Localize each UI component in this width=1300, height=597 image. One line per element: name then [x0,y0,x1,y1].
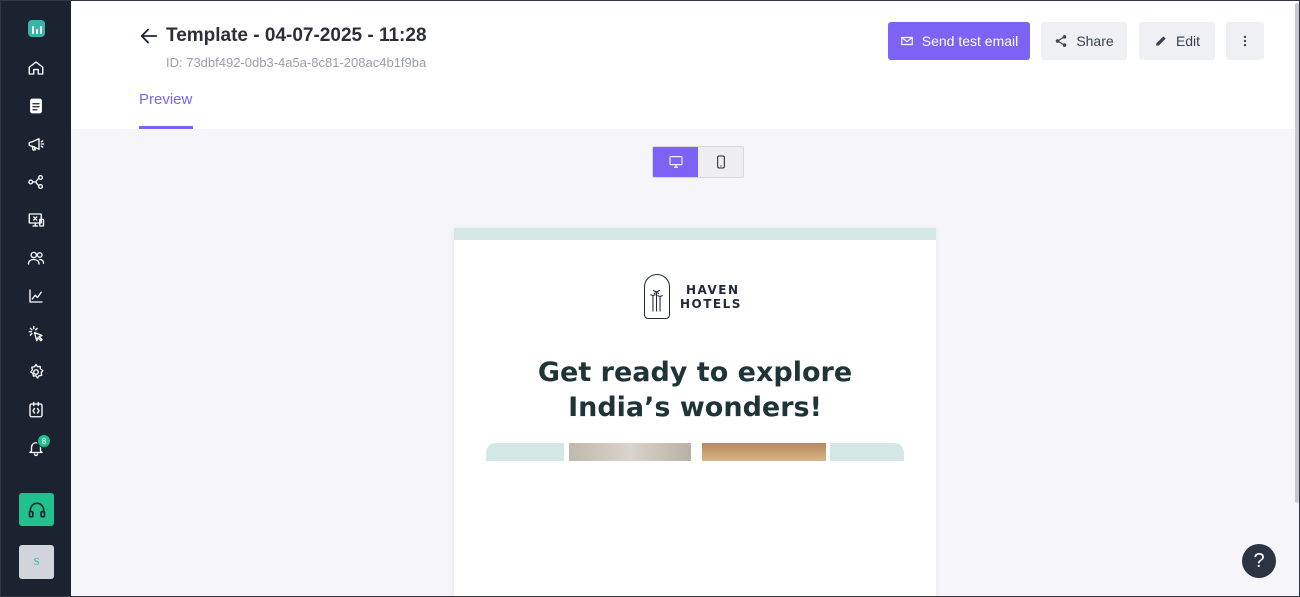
back-button[interactable] [138,25,160,47]
app-logo-icon[interactable] [28,20,45,37]
sidebar-item-home[interactable] [24,56,48,80]
sidebar: 8 S [1,1,71,596]
page-header: Template - 04-07-2025 - 11:28 ID: 73dbf4… [71,1,1299,129]
sidebar-item-flows[interactable] [24,170,48,194]
sidebar-item-audience[interactable] [24,246,48,270]
app-window: 8 S Template - 04-07-2025 - 11:28 ID: 73… [0,0,1300,597]
sidebar-item-analytics[interactable] [24,284,48,308]
support-button[interactable] [19,493,54,526]
page-title: Template - 04-07-2025 - 11:28 [166,25,427,46]
home-icon [28,61,44,75]
user-avatar[interactable]: S [19,545,54,579]
edit-label: Edit [1175,33,1201,49]
analytics-icon [29,289,43,303]
gallery-tile [486,443,564,461]
sidebar-item-campaigns[interactable] [24,132,48,156]
template-id: ID: 73dbf492-0db3-4a5a-8c81-208ac4b1f9ba [166,55,427,70]
sidebar-item-code[interactable] [24,398,48,422]
scrollbar[interactable] [1295,3,1299,503]
brand-logo: HAVEN HOTELS [644,274,746,320]
tab-active-indicator [139,126,193,129]
help-button[interactable]: ? [1242,544,1276,578]
arrow-left-icon [140,28,158,44]
screens-icon [28,213,45,227]
email-preview: HAVEN HOTELS Get ready to explore India’… [454,228,936,596]
code-icon [29,401,43,418]
mobile-icon [716,155,725,169]
sidebar-item-clicks[interactable] [24,322,48,346]
device-toggle [652,146,744,178]
campaigns-icon [28,138,45,151]
brand-wordmark: HAVEN HOTELS [680,283,742,311]
tab-preview[interactable]: Preview [139,91,192,108]
flows-icon [28,174,44,190]
email-headline: Get ready to explore India’s wonders! [537,357,853,423]
settings-icon [30,363,44,379]
brand-line-1: HAVEN [686,283,740,297]
brand-line-2: HOTELS [680,297,742,311]
headset-icon [28,502,45,517]
sidebar-item-screens[interactable] [24,208,48,232]
notification-count-badge: 8 [37,434,51,448]
palm-arch-icon [644,274,670,319]
pencil-icon [1156,36,1166,46]
share-icon [1056,35,1067,47]
gallery-tile [830,443,904,461]
audience-icon [27,251,45,265]
edit-button[interactable]: Edit [1139,22,1215,60]
templates-icon [30,98,42,114]
desktop-view-button[interactable] [653,147,698,177]
image-gallery [486,443,904,461]
more-vertical-icon [1243,35,1247,47]
send-test-email-label: Send test email [921,33,1019,49]
gallery-image [569,443,691,461]
send-test-email-button[interactable]: Send test email [888,22,1030,60]
clicks-icon [28,325,43,342]
more-options-button[interactable] [1226,22,1264,60]
share-button[interactable]: Share [1041,22,1127,60]
share-label: Share [1076,33,1114,49]
gallery-image [702,443,826,461]
sidebar-item-templates[interactable] [24,94,48,118]
sidebar-item-settings[interactable] [24,360,48,384]
mobile-view-button[interactable] [698,147,743,177]
desktop-icon [668,156,683,168]
mail-send-icon [900,36,913,46]
email-top-band [454,228,936,240]
